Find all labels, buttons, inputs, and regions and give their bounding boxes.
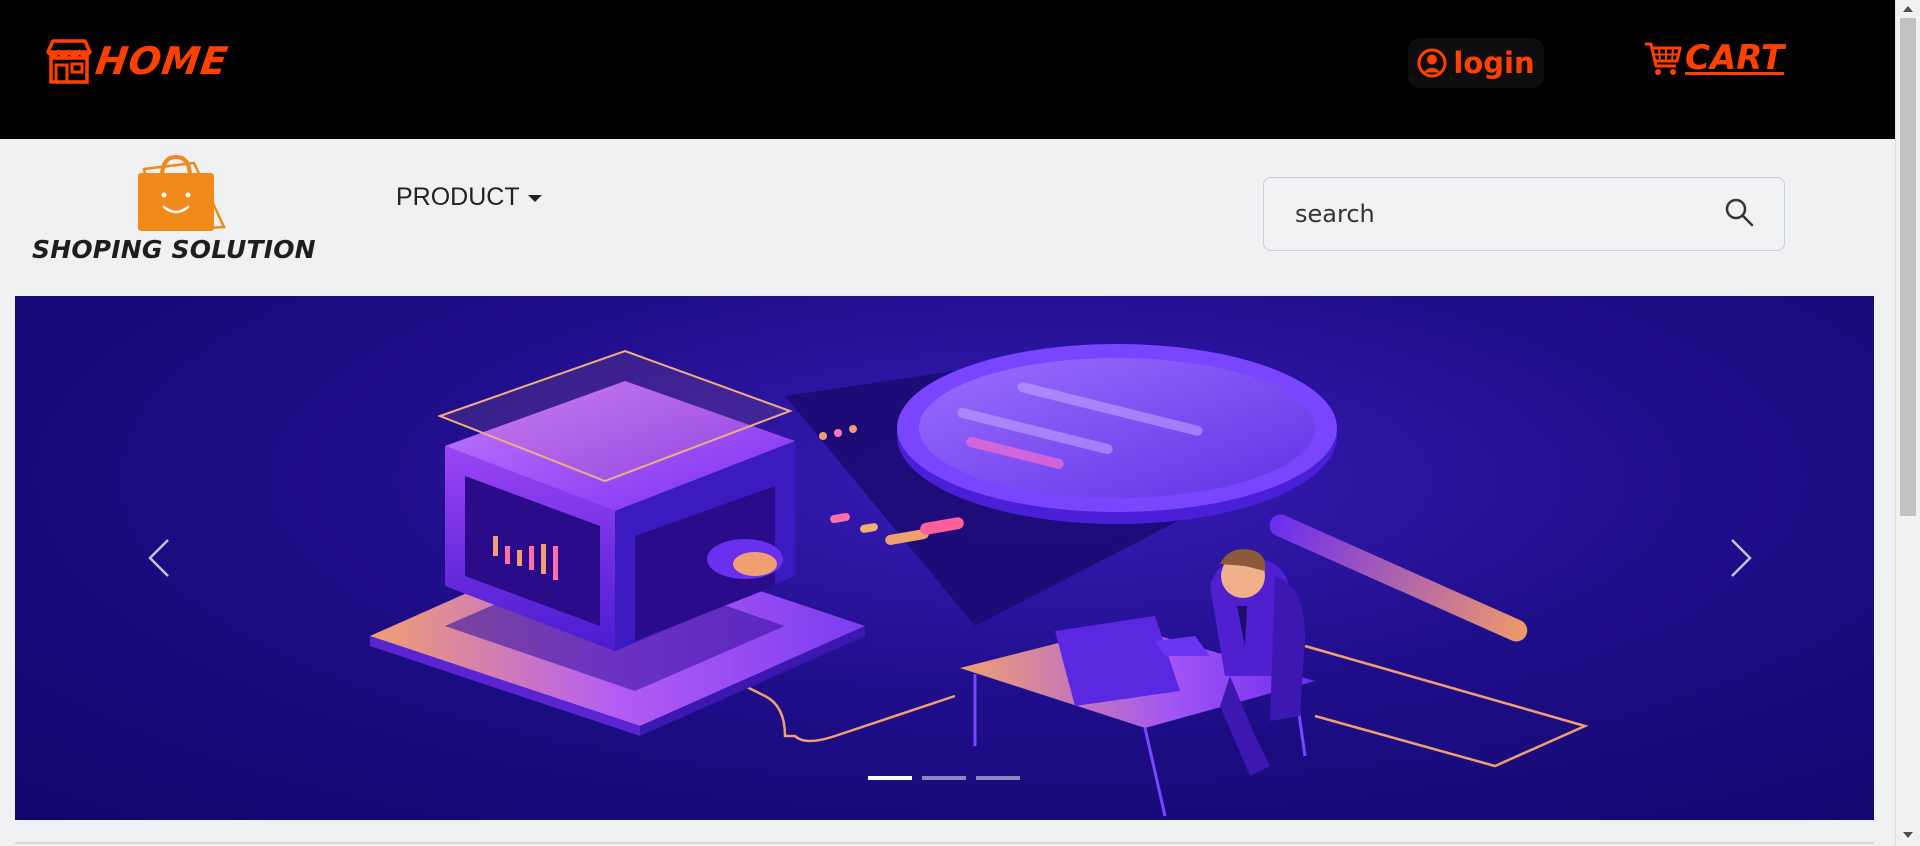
home-link[interactable]: HOME [44,38,231,84]
carousel-indicator-1[interactable] [868,776,912,780]
scroll-up-arrow-icon[interactable] [1903,6,1913,12]
product-dropdown-label: PRODUCT [396,183,520,211]
cart-link[interactable]: CART [1643,38,1784,78]
scroll-down-arrow-icon[interactable] [1903,832,1913,838]
product-dropdown[interactable]: PRODUCT [396,183,542,212]
store-icon [46,39,92,84]
carousel-indicator-2[interactable] [922,776,966,780]
hero-carousel [15,296,1874,820]
carousel-indicators [868,776,1020,780]
cart-icon [1645,42,1682,75]
brand-name: SHOPING SOLUTION [32,235,316,264]
home-label: HOME [92,39,231,83]
shopping-bag-smile-icon [138,155,226,231]
chevron-right-icon[interactable] [1720,534,1760,582]
login-button[interactable]: login [1408,38,1544,88]
chevron-left-icon[interactable] [140,534,180,582]
carousel-slide-image [370,344,1589,817]
search-icon[interactable] [1724,197,1754,227]
caret-down-icon [527,195,542,202]
top-bar: HOME login CART [0,0,1895,139]
section-divider [15,842,1874,844]
search-input[interactable] [1295,200,1715,228]
carousel-indicator-3[interactable] [976,776,1020,780]
search-bar [1263,177,1785,251]
user-circle-icon [1417,48,1447,78]
cart-label: CART [1685,38,1785,78]
scroll-thumb[interactable] [1900,18,1916,516]
page-scrollbar[interactable] [1895,0,1920,846]
login-label: login [1453,46,1535,80]
